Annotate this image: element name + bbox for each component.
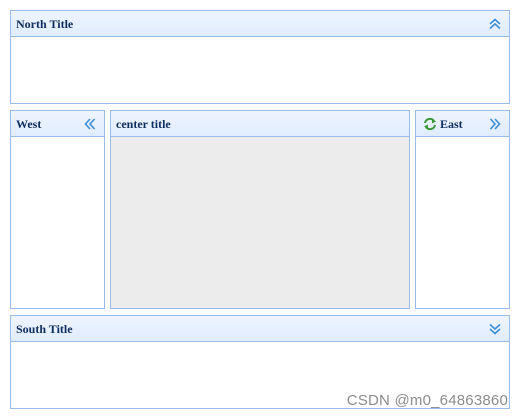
center-panel-title: center title	[116, 117, 171, 131]
south-panel-header: South Title	[11, 316, 509, 342]
west-panel-title: West	[16, 117, 42, 131]
collapse-right-icon[interactable]	[487, 116, 503, 132]
east-panel: East	[415, 110, 510, 309]
collapse-left-icon[interactable]	[82, 116, 98, 132]
west-panel-header: West	[11, 111, 104, 137]
south-panel-title: South Title	[16, 322, 73, 336]
collapse-down-icon[interactable]	[487, 321, 503, 337]
west-panel-body	[11, 137, 104, 308]
east-panel-header: East	[416, 111, 509, 137]
east-panel-title: East	[440, 117, 463, 131]
center-panel-body	[111, 137, 409, 308]
refresh-icon	[422, 116, 438, 132]
north-panel-body	[11, 37, 509, 103]
watermark-text: CSDN @m0_64863860	[346, 392, 508, 409]
west-panel: West	[10, 110, 105, 309]
north-panel-title: North Title	[16, 17, 74, 31]
center-panel-header: center title	[111, 111, 409, 137]
center-panel: center title	[110, 110, 410, 309]
collapse-up-icon[interactable]	[487, 16, 503, 32]
north-panel-header: North Title	[11, 11, 509, 37]
east-panel-body	[416, 137, 509, 308]
north-panel: North Title	[10, 10, 510, 104]
